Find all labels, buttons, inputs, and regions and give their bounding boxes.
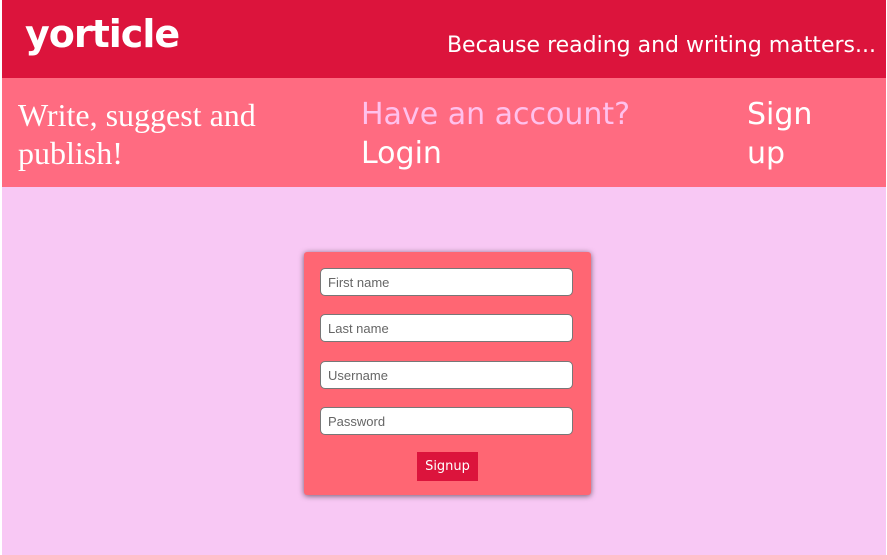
site-tagline: Because reading and writing matters... — [446, 33, 876, 58]
top-header: yorticle Because reading and writing mat… — [2, 0, 886, 78]
signup-form: Signup — [304, 252, 591, 495]
page: yorticle Because reading and writing mat… — [2, 0, 886, 555]
account-prompt: Have an account? — [361, 97, 631, 132]
motto-text: Write, suggest and publish! — [18, 97, 256, 171]
login-link[interactable]: Login — [361, 134, 701, 173]
signup-submit-button[interactable]: Signup — [417, 452, 478, 481]
last-name-input[interactable] — [320, 314, 573, 342]
account-prompt-block: Have an account? Login — [361, 95, 701, 173]
account-bar: Write, suggest and publish! Have an acco… — [2, 78, 886, 187]
first-name-input[interactable] — [320, 268, 573, 296]
username-input[interactable] — [320, 361, 573, 389]
password-input[interactable] — [320, 407, 573, 435]
site-logo[interactable]: yorticle — [25, 12, 180, 58]
signup-link[interactable]: Sign up — [747, 95, 837, 173]
